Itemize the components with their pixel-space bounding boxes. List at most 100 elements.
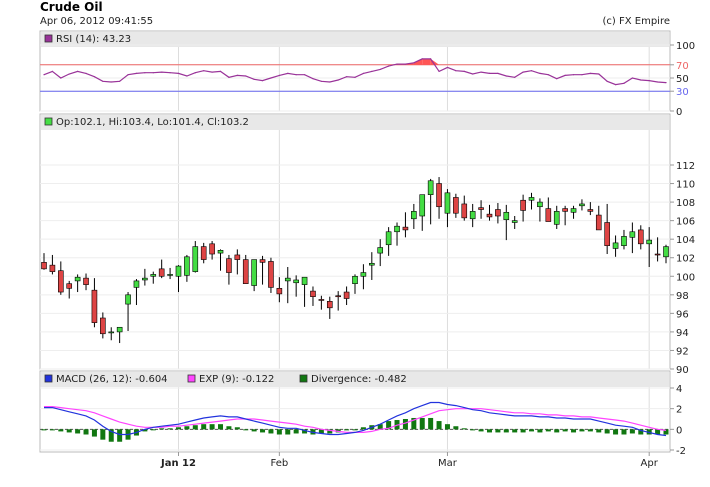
divergence-bar xyxy=(461,428,467,430)
divergence-bar xyxy=(529,429,535,432)
rsi-point xyxy=(556,78,558,80)
candle-up xyxy=(360,272,367,277)
divergence-bar xyxy=(613,429,619,435)
divergence-bar xyxy=(545,429,551,432)
candle-up xyxy=(251,259,257,286)
candle-up xyxy=(301,276,308,285)
candle-down xyxy=(268,261,274,288)
rsi-point xyxy=(278,74,280,76)
candle-up xyxy=(394,225,400,233)
candle-up xyxy=(352,275,358,284)
price-ytick-label: 98 xyxy=(676,291,689,302)
price-ytick-label: 92 xyxy=(676,346,689,357)
candle-up xyxy=(377,247,384,254)
chart-root: Crude Oil Apr 06, 2012 09:41:55 (c) FX E… xyxy=(0,0,710,487)
rsi-point xyxy=(547,74,549,76)
rsi-point xyxy=(320,80,322,82)
price-legend-label: Op:102.1, Hi:103.4, Lo:101.4, Cl:103.2 xyxy=(56,117,249,128)
price-ytick-label: 106 xyxy=(676,217,695,228)
rsi-point xyxy=(497,72,499,74)
candle-down xyxy=(326,301,333,309)
divergence-bar xyxy=(587,429,593,432)
divergence-bar xyxy=(537,429,543,433)
divergence-bar xyxy=(234,427,240,430)
rsi-point xyxy=(77,70,79,72)
divergence-bar xyxy=(66,429,72,433)
candle-down xyxy=(595,214,602,231)
rsi-point xyxy=(589,72,591,74)
rsi-point xyxy=(219,70,222,72)
candle-down xyxy=(310,290,316,297)
divergence-bar xyxy=(268,429,274,434)
candle-up xyxy=(646,239,652,245)
rsi-point xyxy=(60,77,62,79)
divergence-bar xyxy=(596,429,602,433)
rsi-point xyxy=(614,84,617,86)
rsi-point xyxy=(295,74,297,76)
divergence-bar xyxy=(554,429,560,433)
rsi-point xyxy=(312,78,314,80)
rsi-point xyxy=(581,74,583,76)
rsi-point xyxy=(68,73,70,75)
divergence-bar xyxy=(251,429,257,432)
divergence-bar xyxy=(604,429,610,434)
rsi-point xyxy=(135,72,138,74)
rsi-ytick-label: 100 xyxy=(676,41,695,52)
candle-down xyxy=(453,197,459,214)
divergence-bar xyxy=(100,429,106,440)
divergence-bar xyxy=(41,429,47,431)
rsi-point xyxy=(345,76,348,78)
divergence-bar xyxy=(428,417,434,430)
candle-down xyxy=(436,183,442,208)
divergence-bar xyxy=(285,429,291,435)
divergence-bar xyxy=(470,429,476,431)
candle-up xyxy=(612,242,619,249)
rsi-point xyxy=(480,71,482,73)
candle-down xyxy=(226,258,232,273)
divergence-bar xyxy=(512,429,518,433)
price-legend-swatch xyxy=(44,117,53,126)
rsi-point xyxy=(169,72,171,74)
candle-down xyxy=(637,229,644,245)
candle-up xyxy=(579,203,585,207)
rsi-point xyxy=(522,71,524,73)
price-ytick-label: 90 xyxy=(676,365,689,376)
rsi-ytick-label: 70 xyxy=(676,61,689,72)
candle-down xyxy=(654,253,661,256)
rsi-point xyxy=(564,74,566,76)
candle-down xyxy=(520,199,526,211)
candle-down xyxy=(66,283,73,289)
candle-up xyxy=(511,220,518,223)
rsi-point xyxy=(261,80,264,82)
candle-down xyxy=(486,213,493,218)
candle-up xyxy=(125,294,131,305)
candle-up xyxy=(427,180,434,195)
divergence-bar xyxy=(150,429,156,431)
candle-down xyxy=(58,270,64,293)
rsi-point xyxy=(43,74,45,76)
macd-ytick-label: 0 xyxy=(676,425,682,436)
candle-up xyxy=(444,192,451,214)
candle-down xyxy=(335,295,341,298)
candle-up xyxy=(503,211,510,221)
macd-ytick-label: 4 xyxy=(676,384,682,395)
price-ytick-label: 108 xyxy=(676,198,695,209)
rsi-point xyxy=(144,72,146,74)
rsi-point xyxy=(211,71,213,73)
divergence-bar xyxy=(352,429,358,431)
chart-canvas: RSI (14): 43.23 100 70 50 30 0 Op:102.1, Hi:10… xyxy=(39,30,695,469)
candle-up xyxy=(142,277,148,281)
rsi-point xyxy=(93,76,96,78)
candle-up xyxy=(175,265,182,277)
divergence-bar xyxy=(495,429,501,433)
rsi-point xyxy=(421,58,423,60)
divergence-bar xyxy=(571,429,577,433)
candle-up xyxy=(663,246,669,258)
price-ytick-label: 94 xyxy=(676,328,689,339)
divergence-bar xyxy=(402,419,408,430)
candle-down xyxy=(158,268,165,277)
price-ytick-label: 96 xyxy=(676,309,689,320)
divergence-bar xyxy=(75,429,81,434)
candle-up xyxy=(217,250,224,254)
divergence-bar xyxy=(520,429,526,433)
